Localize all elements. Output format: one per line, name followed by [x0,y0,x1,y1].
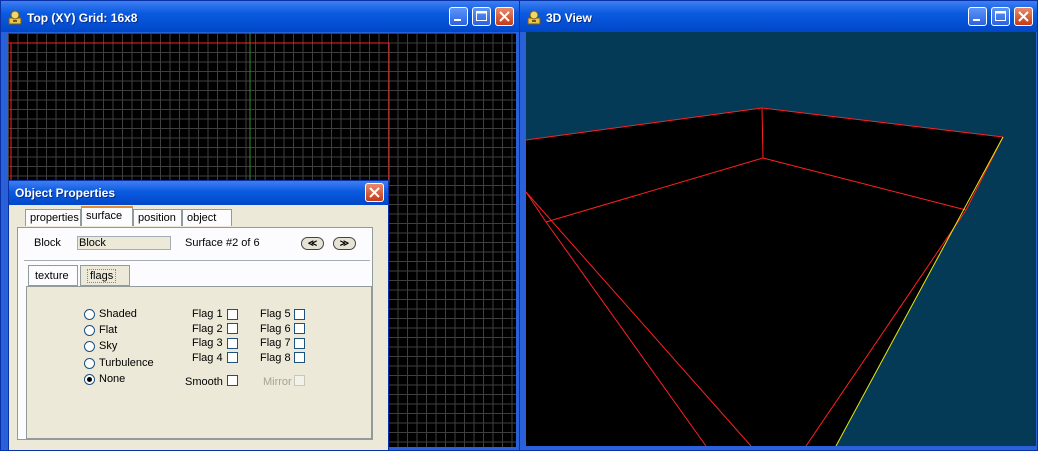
radio-none[interactable] [84,374,95,385]
close-icon [369,187,380,198]
radio-none-label: None [99,373,126,385]
tab-label: properties [30,212,79,224]
tab-object[interactable]: object [182,209,232,226]
radio-turbulence-label: Turbulence [99,357,154,369]
window-title: 3D View [546,11,592,25]
minimize-button[interactable] [968,7,987,26]
flag-7-label: Flag 7 [260,337,291,349]
flag-6-checkbox[interactable] [294,323,305,334]
app-icon [8,10,22,25]
next-surface-button[interactable]: ≫ [333,237,356,250]
subtab-label: texture [35,270,69,282]
smooth-checkbox[interactable] [227,375,238,386]
subtab-flags[interactable]: flags [80,265,130,286]
flag-2-label: Flag 2 [192,323,223,335]
radio-sky[interactable] [84,341,95,352]
3d-viewport[interactable] [526,32,1036,446]
block-name-field[interactable]: Block [77,236,171,250]
block-label: Block [34,237,61,249]
dialog-title-bar[interactable]: Object Properties [9,181,388,205]
subtab-label: flags [87,269,117,283]
separator-line [24,260,370,261]
flag-3-checkbox[interactable] [227,338,238,349]
flag-4-checkbox[interactable] [227,352,238,363]
close-icon [499,11,510,22]
smooth-label: Smooth [185,376,223,388]
tab-label: surface [86,210,123,222]
radio-sky-label: Sky [99,340,118,352]
title-bar[interactable]: Top (XY) Grid: 16x8 [1,1,519,32]
flag-5-checkbox[interactable] [294,309,305,320]
3d-scene [526,107,1004,446]
tab-position[interactable]: position [133,209,182,226]
window-title: Top (XY) Grid: 16x8 [27,11,138,25]
maximize-button[interactable] [472,7,491,26]
maximize-icon [476,11,487,21]
close-icon [1018,11,1029,22]
flag-1-checkbox[interactable] [227,309,238,320]
surface-counter: Surface #2 of 6 [185,237,260,249]
minimize-icon [454,19,461,21]
maximize-button[interactable] [991,7,1010,26]
minimize-button[interactable] [449,7,468,26]
flag-5-label: Flag 5 [260,308,291,320]
minimize-icon [973,19,980,21]
flag-8-label: Flag 8 [260,352,291,364]
close-button[interactable] [1014,7,1033,26]
prev-surface-button[interactable]: ≪ [301,237,324,250]
mirror-checkbox [294,375,305,386]
radio-flat[interactable] [84,325,95,336]
mirror-label: Mirror [263,376,292,388]
maximize-icon [995,11,1006,21]
next-surface-icon: ≫ [339,238,350,248]
radio-shaded[interactable] [84,309,95,320]
dialog-title: Object Properties [15,186,116,200]
flag-1-label: Flag 1 [192,308,223,320]
prev-surface-icon: ≪ [307,238,318,248]
flag-8-checkbox[interactable] [294,352,305,363]
close-button[interactable] [495,7,514,26]
app-icon [527,10,541,25]
radio-flat-label: Flat [99,324,118,336]
tab-surface[interactable]: surface [81,206,133,226]
flag-7-checkbox[interactable] [294,338,305,349]
tab-label: position [138,212,176,224]
radio-turbulence[interactable] [84,358,95,369]
tab-properties[interactable]: properties [25,209,81,226]
tab-label: object [187,212,217,224]
flag-4-label: Flag 4 [192,352,223,364]
flag-3-label: Flag 3 [192,337,223,349]
title-bar[interactable]: 3D View [520,1,1037,32]
subtab-texture[interactable]: texture [28,265,78,286]
flag-2-checkbox[interactable] [227,323,238,334]
radio-shaded-label: Shaded [99,308,137,320]
flag-6-label: Flag 6 [260,323,291,335]
dialog-close-button[interactable] [365,183,384,202]
